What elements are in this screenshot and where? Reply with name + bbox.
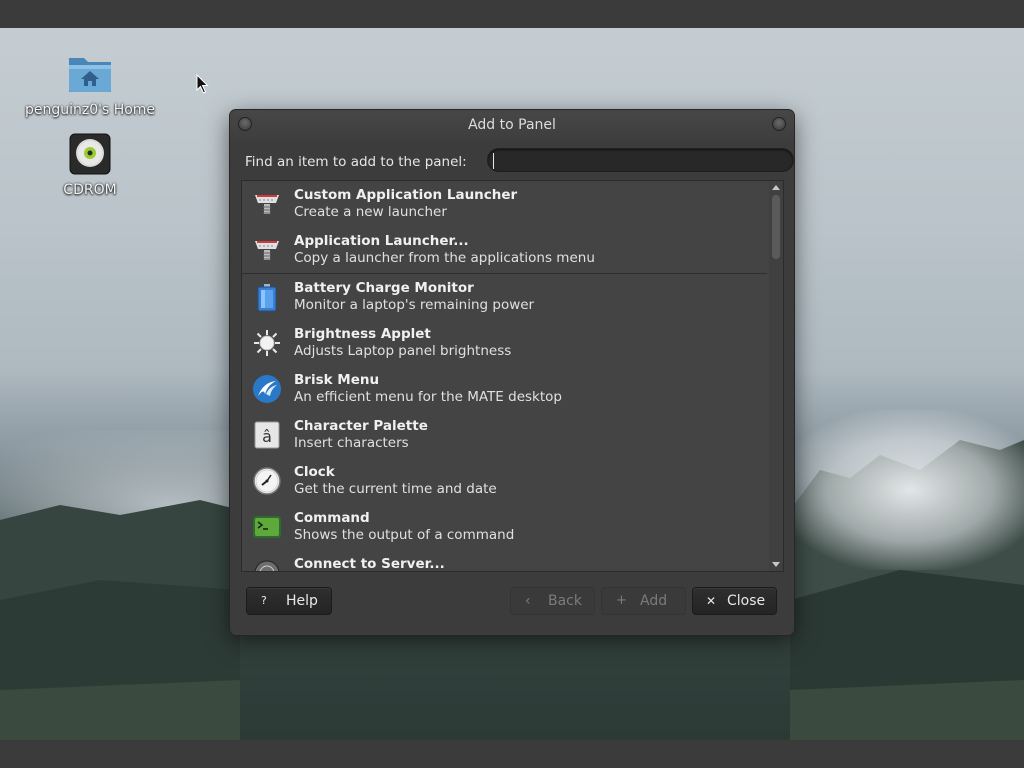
connect-server-icon — [254, 560, 280, 571]
wallpaper-fog — [780, 410, 1024, 570]
add-button[interactable]: + Add — [602, 588, 685, 614]
close-button-label: Close — [727, 593, 766, 609]
item-description: Get the current time and date — [294, 481, 497, 497]
close-button[interactable]: ✕ Close — [693, 588, 776, 614]
scroll-down-arrow-icon[interactable] — [772, 562, 780, 567]
desktop-icon-cdrom[interactable]: CDROM — [20, 132, 160, 198]
desktop-icon-label: penguinz0's Home — [24, 102, 156, 118]
brisk-menu-icon — [253, 375, 281, 403]
back-button-label: Back — [548, 593, 582, 609]
cdrom-icon — [69, 133, 111, 175]
search-label: Find an item to add to the panel: — [245, 154, 467, 170]
help-icon: ? — [261, 594, 267, 607]
svg-text:â: â — [262, 427, 272, 446]
search-input[interactable] — [487, 148, 794, 172]
battery-icon — [257, 284, 277, 312]
dialog-titlebar[interactable]: Add to Panel — [230, 110, 794, 140]
window-close-button[interactable] — [772, 117, 786, 131]
item-description: Create a new launcher — [294, 204, 447, 220]
list-item-command[interactable]: Command Shows the output of a command — [242, 504, 767, 550]
list-item-custom-launcher[interactable]: Custom Application Launcher Create a new… — [242, 181, 767, 227]
item-name: Connect to Server... — [294, 556, 445, 572]
list-item-brisk-menu[interactable]: Brisk Menu An efficient menu for the MAT… — [242, 366, 767, 412]
list-item-brightness[interactable]: Brightness Applet Adjusts Laptop panel b… — [242, 320, 767, 366]
item-description: Insert characters — [294, 435, 409, 451]
scrollbar-thumb[interactable] — [772, 195, 780, 259]
brightness-icon — [254, 330, 280, 356]
add-plus-icon: + — [616, 593, 627, 608]
panel-item-list[interactable]: Custom Application Launcher Create a new… — [241, 180, 784, 572]
list-item-character-palette[interactable]: â Character Palette Insert characters — [242, 412, 767, 458]
list-item-clock[interactable]: Clock Get the current time and date — [242, 458, 767, 504]
item-name: Application Launcher... — [294, 233, 469, 249]
launcher-icon — [255, 195, 279, 214]
help-button[interactable]: ? Help — [247, 588, 331, 614]
item-name: Clock — [294, 464, 335, 480]
desktop-icon-home[interactable]: penguinz0's Home — [20, 52, 160, 118]
item-description: Copy a launcher from the applications me… — [294, 250, 595, 266]
close-x-icon: ✕ — [706, 594, 717, 608]
character-palette-icon: â — [254, 421, 280, 449]
desktop-icon-label: CDROM — [63, 182, 117, 198]
add-button-label: Add — [640, 593, 668, 609]
list-item-battery[interactable]: Battery Charge Monitor Monitor a laptop'… — [242, 274, 767, 320]
item-name: Custom Application Launcher — [294, 187, 518, 203]
dialog-title: Add to Panel — [468, 117, 556, 133]
back-arrow-icon: ‹ — [525, 593, 531, 609]
home-folder-icon — [69, 58, 111, 92]
bottom-panel[interactable] — [0, 740, 1024, 768]
item-description: An efficient menu for the MATE desktop — [294, 389, 562, 405]
item-name: Command — [294, 510, 370, 526]
add-to-panel-dialog: Add to Panel Find an item to add to the … — [230, 110, 794, 635]
terminal-icon — [253, 516, 281, 538]
launcher-icon — [255, 241, 279, 260]
list-scrollbar[interactable] — [769, 181, 783, 571]
mouse-cursor-icon — [196, 74, 209, 94]
clock-icon — [253, 467, 281, 495]
back-button[interactable]: ‹ Back — [511, 588, 594, 614]
item-name: Brisk Menu — [294, 372, 380, 388]
item-name: Battery Charge Monitor — [294, 280, 474, 296]
top-panel[interactable] — [0, 0, 1024, 28]
item-description: Adjusts Laptop panel brightness — [294, 343, 512, 359]
item-name: Character Palette — [294, 418, 428, 434]
panel-item-list-inner: Custom Application Launcher Create a new… — [242, 181, 767, 572]
item-description: Shows the output of a command — [294, 527, 515, 543]
list-item-connect-server[interactable]: Connect to Server... — [242, 550, 767, 572]
help-button-label: Help — [286, 593, 318, 609]
scroll-up-arrow-icon[interactable] — [772, 185, 780, 190]
text-caret — [493, 153, 494, 169]
list-item-app-launcher[interactable]: Application Launcher... Copy a launcher … — [242, 227, 767, 274]
item-description: Monitor a laptop's remaining power — [294, 297, 535, 313]
item-name: Brightness Applet — [294, 326, 431, 342]
